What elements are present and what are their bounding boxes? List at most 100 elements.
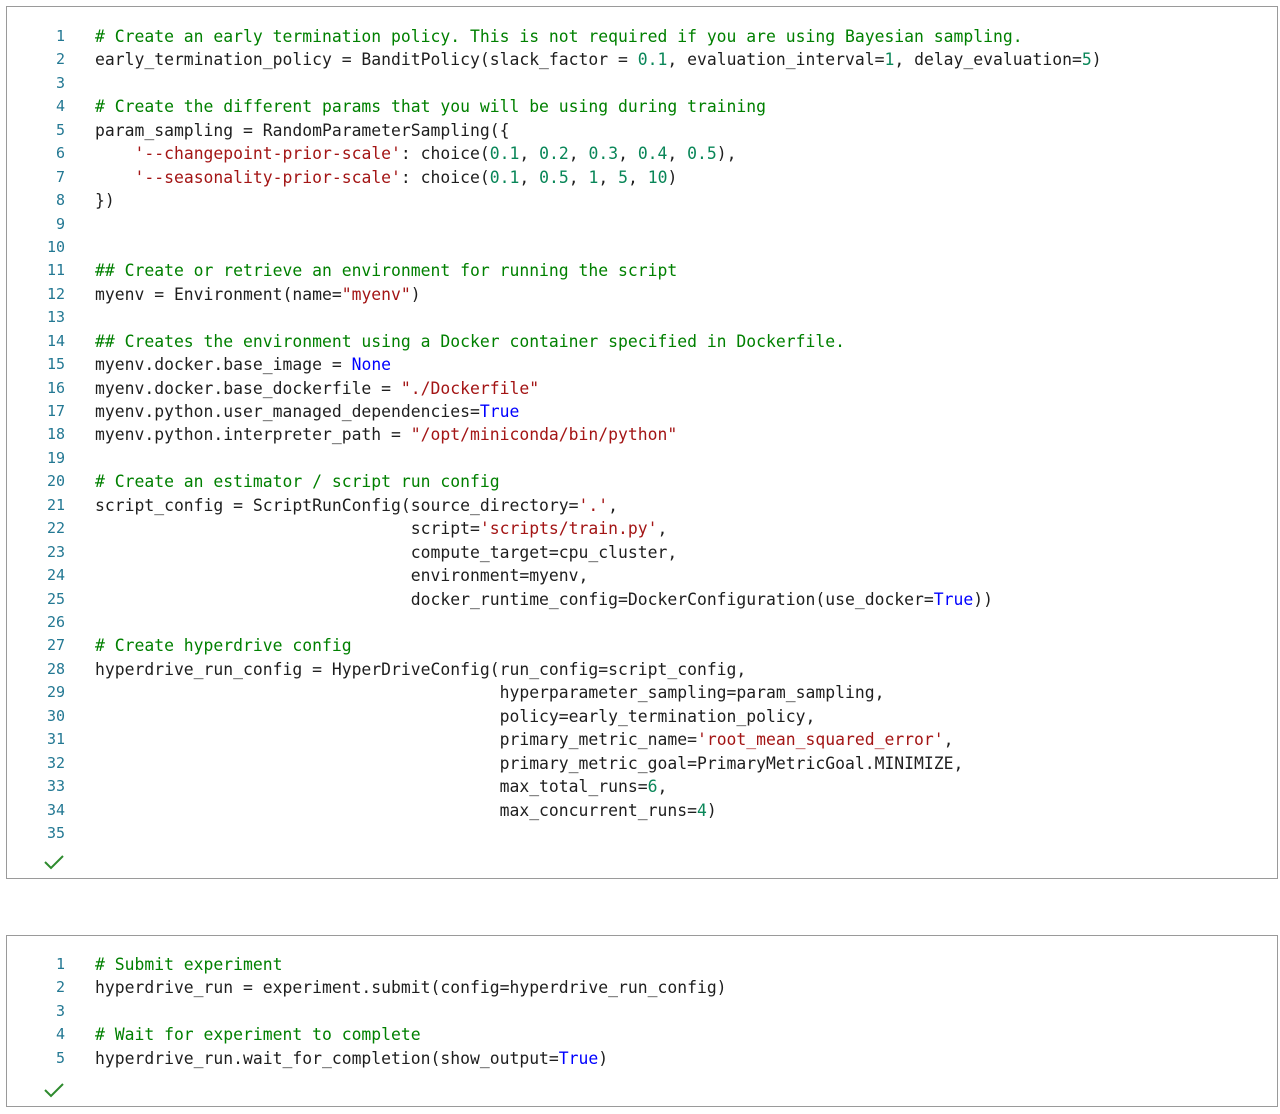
code-token: : choice( (400, 144, 490, 164)
line-number: 4 (55, 97, 65, 116)
code-token: '--seasonality-prior-scale' (134, 167, 401, 187)
code-text: max_concurrent_runs=4) (95, 799, 717, 822)
code-token: hyperdrive_run = experiment.submit(confi… (95, 978, 727, 998)
code-text: '--changepoint-prior-scale': choice(0.1,… (95, 142, 736, 165)
code-token: policy=early_termination_policy, (95, 706, 816, 726)
line-number: 27 (46, 636, 65, 655)
code-token: 10 (647, 167, 668, 187)
code-text: environment=myenv, (95, 564, 589, 587)
line-number: 35 (46, 823, 65, 842)
code-token: environment=myenv, (95, 566, 589, 586)
line-number: 2 (55, 978, 65, 997)
code-cell-1[interactable]: 1 # Create an early termination policy. T… (6, 6, 1278, 879)
code-token: primary_metric_name= (95, 730, 697, 750)
code-token: myenv.docker.base_image = (95, 355, 352, 375)
code-token: 0.5 (539, 167, 569, 187)
code-token: # Submit experiment (95, 955, 283, 974)
code-text: ## Create or retrieve an environment for… (95, 259, 677, 282)
code-token: , delay_evaluation= (894, 50, 1082, 70)
code-token: # Wait for experiment to complete (95, 1025, 421, 1045)
code-token: "myenv" (341, 284, 411, 304)
code-token: # Create an estimator / script run confi… (95, 472, 500, 492)
code-token: 'root_mean_squared_error' (696, 730, 944, 750)
line-number: 17 (46, 402, 65, 421)
line-number: 21 (46, 495, 65, 514)
code-token: 5 (618, 167, 628, 187)
code-token: hyperdrive_run_config = HyperDriveConfig… (95, 659, 747, 679)
line-number: 3 (55, 73, 65, 92)
code-token: early_termination_policy = BanditPolicy(… (95, 50, 638, 70)
code-token: 1 (884, 50, 895, 70)
code-token: 0.3 (588, 144, 619, 164)
code-token: , (519, 167, 540, 187)
code-token: "./Dockerfile" (400, 378, 540, 398)
code-token: "/opt/miniconda/bin/python" (410, 425, 678, 445)
code-cell-2[interactable]: 1 # Submit experiment 2 hyperdrive_run = ex… (6, 935, 1278, 1107)
code-token: myenv.docker.base_dockerfile = (95, 378, 401, 398)
code-token: 5 (1081, 50, 1092, 70)
line-number: 5 (55, 120, 65, 139)
line-number: 5 (55, 1048, 65, 1067)
line-number: 1 (55, 955, 65, 973)
code-token: , evaluation_interval= (667, 50, 885, 70)
code-token: True (933, 589, 974, 609)
line-number: 25 (46, 589, 65, 608)
line-number: 15 (46, 355, 65, 374)
code-token: ) (410, 284, 421, 304)
line-number: 9 (55, 214, 65, 233)
code-token: )) (973, 589, 994, 609)
code-text: docker_runtime_config=DockerConfiguratio… (95, 588, 993, 611)
code-token: , (657, 777, 668, 797)
line-number: 14 (46, 331, 65, 350)
code-text: myenv = Environment(name="myenv") (95, 283, 421, 306)
line-number: 29 (46, 683, 65, 702)
code-token: primary_metric_goal=PrimaryMetricGoal.MI… (95, 753, 964, 773)
code-text: primary_metric_name='root_mean_squared_e… (95, 728, 954, 751)
code-token: , (943, 730, 954, 750)
code-text: hyperdrive_run_config = HyperDriveConfig… (95, 658, 746, 681)
line-number: 34 (46, 800, 65, 819)
code-token: # Create the different params that you w… (95, 97, 767, 117)
code-token: compute_target=cpu_cluster, (95, 542, 678, 562)
line-number: 12 (46, 284, 65, 303)
code-token: None (351, 355, 392, 375)
code-text: }) (95, 189, 115, 212)
code-token: ) (1091, 50, 1102, 70)
line-number: 16 (46, 378, 65, 397)
code-token: ## Creates the environment using a Docke… (95, 331, 845, 351)
code-text: hyperdrive_run.wait_for_completion(show_… (95, 1047, 608, 1070)
code-token: ) (706, 800, 717, 820)
code-text: myenv.docker.base_image = None (95, 353, 391, 376)
code-text: ## Creates the environment using a Docke… (95, 330, 845, 353)
code-text: myenv.python.interpreter_path = "/opt/mi… (95, 423, 677, 446)
line-number: 4 (55, 1025, 65, 1044)
code-text: myenv.docker.base_dockerfile = "./Docker… (95, 377, 539, 400)
code-text: script_config = ScriptRunConfig(source_d… (95, 494, 618, 517)
code-text: # Create an estimator / script run confi… (95, 470, 500, 493)
line-number: 22 (46, 519, 65, 538)
code-text: # Create an early termination policy. Th… (95, 25, 1023, 48)
line-number: 8 (55, 191, 65, 210)
code-token: 6 (647, 777, 658, 797)
code-text: policy=early_termination_policy, (95, 705, 816, 728)
code-token: hyperparameter_sampling=param_sampling, (95, 683, 885, 703)
line-number: 1 (55, 27, 65, 45)
code-token: # Create hyperdrive config (95, 636, 352, 656)
code-token: param_sampling = RandomParameterSampling… (95, 120, 510, 140)
line-number: 20 (46, 472, 65, 491)
checkmark-icon (44, 855, 64, 870)
code-token: , (598, 167, 619, 187)
code-token: }) (95, 191, 115, 211)
line-number: 30 (46, 706, 65, 725)
code-token: , (657, 519, 668, 539)
code-token: 0.1 (637, 50, 668, 70)
code-text: max_total_runs=6, (95, 775, 668, 798)
code-token: , (568, 144, 589, 164)
code-token: ## Create or retrieve an environment for… (95, 261, 678, 281)
code-token: 0.5 (687, 144, 717, 164)
code-token: : choice( (400, 167, 490, 187)
code-text: early_termination_policy = BanditPolicy(… (95, 48, 1102, 71)
line-number: 24 (46, 566, 65, 585)
